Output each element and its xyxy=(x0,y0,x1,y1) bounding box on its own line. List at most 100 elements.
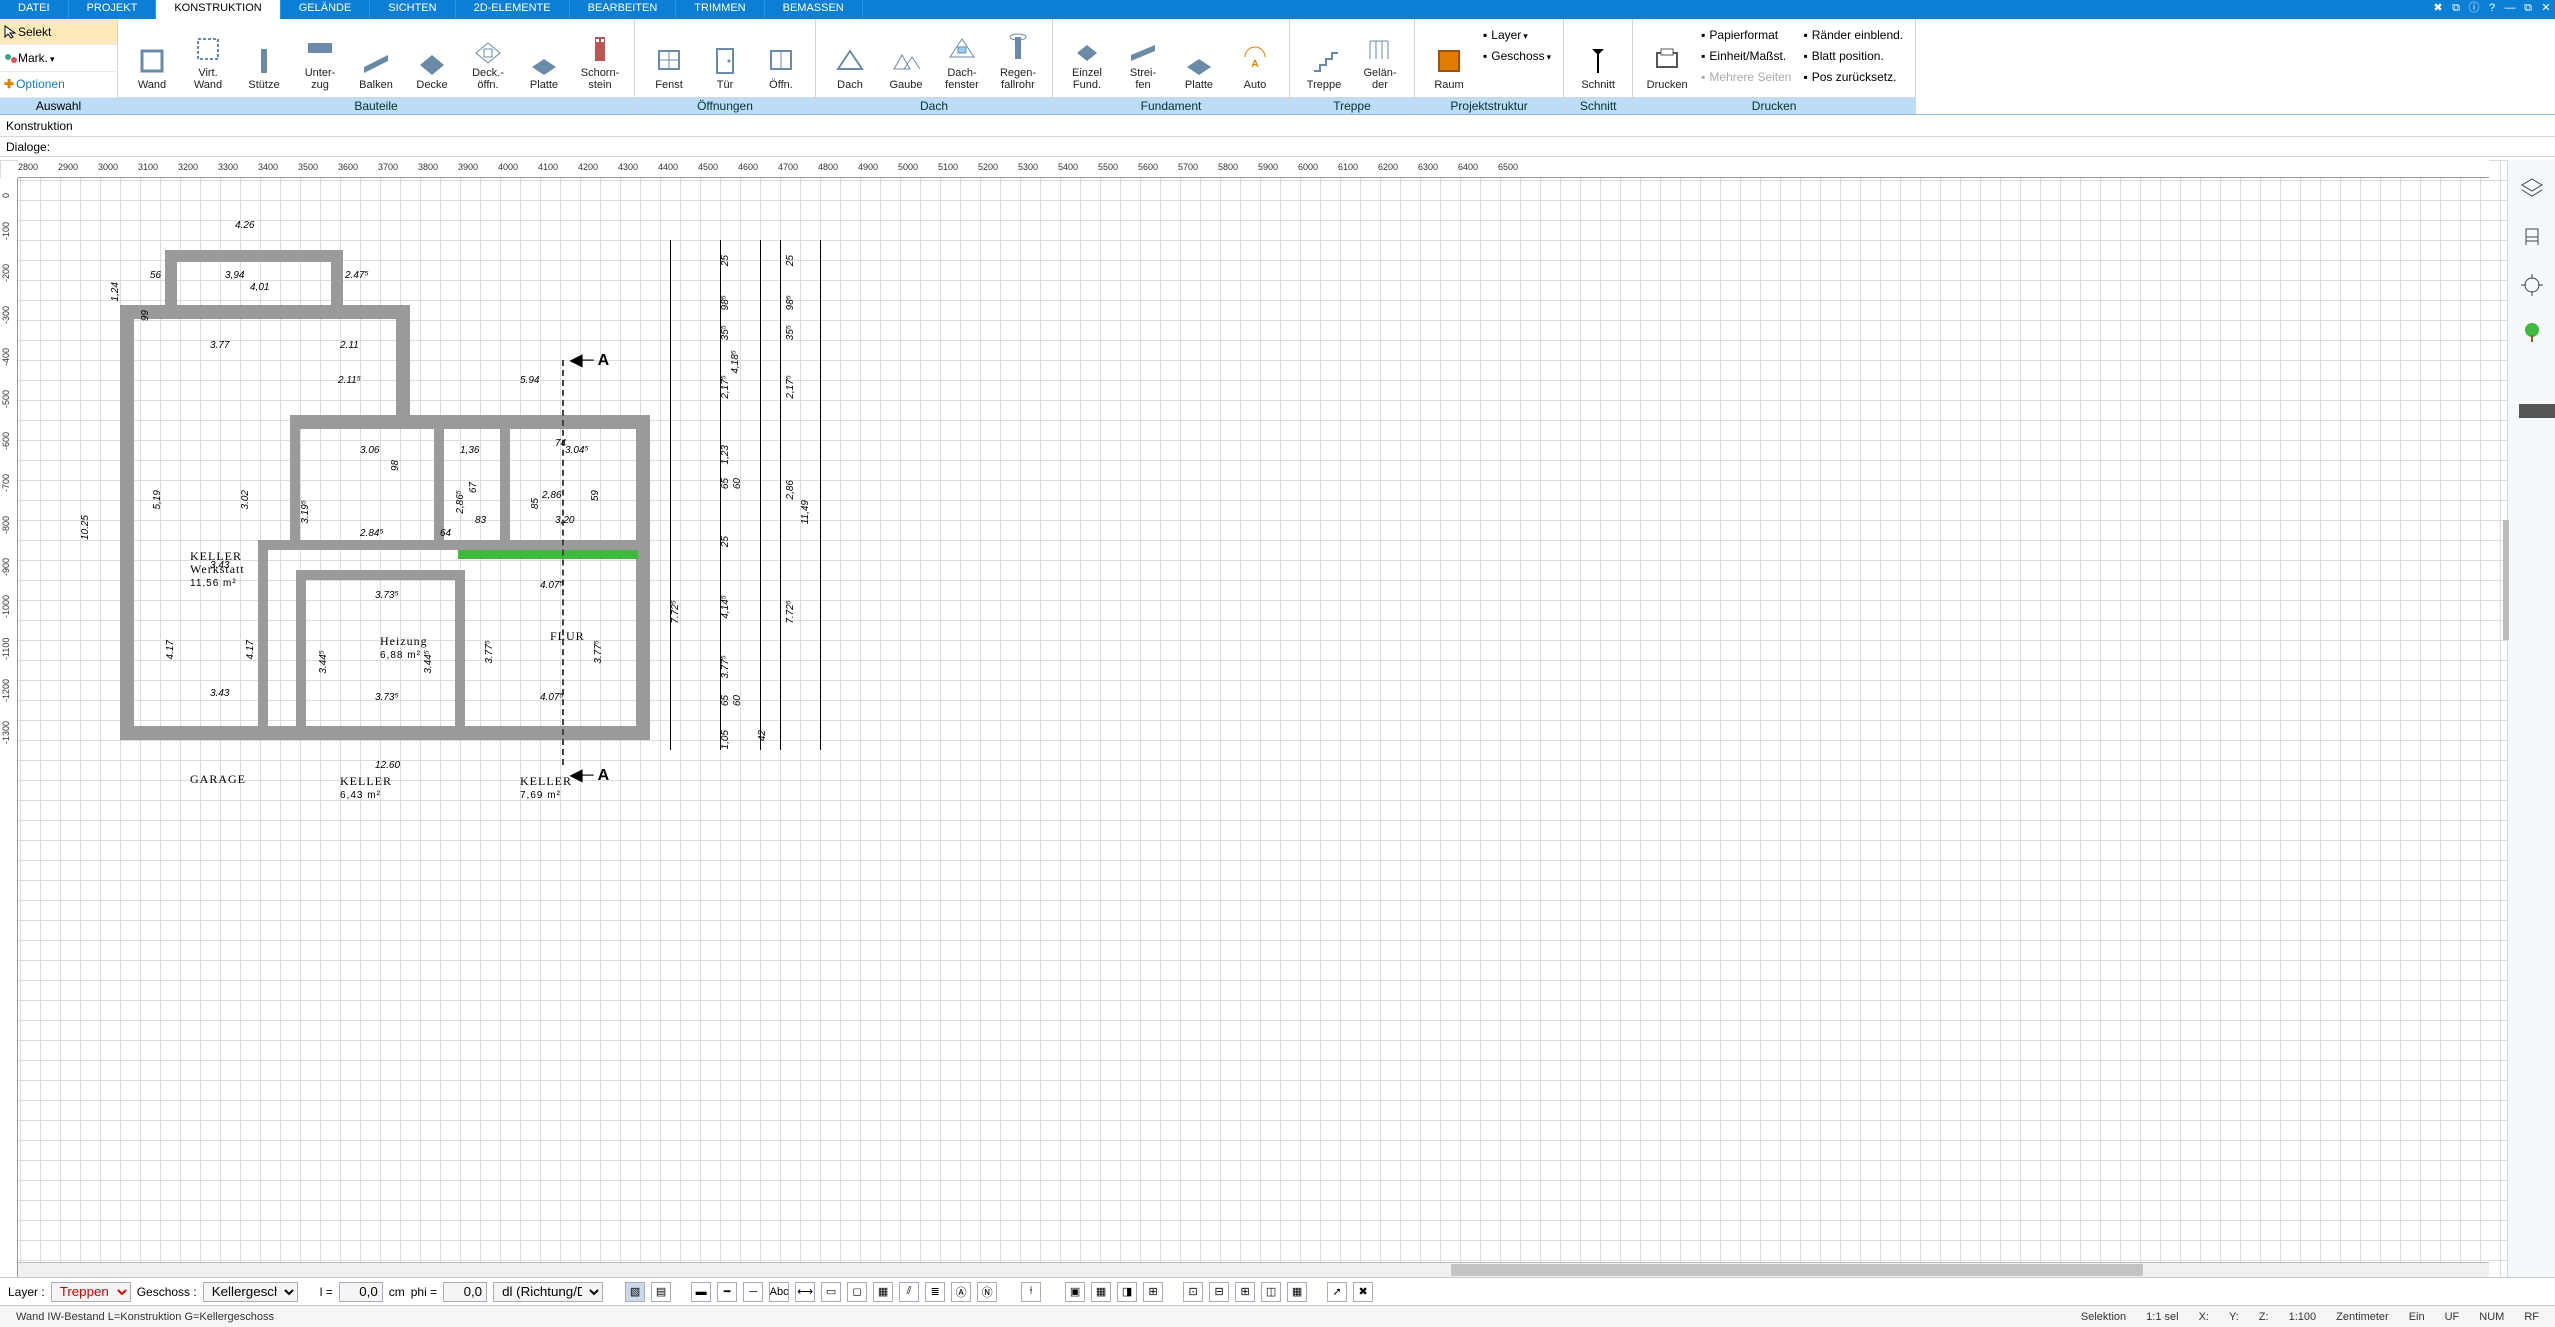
dim-icon[interactable]: ⟷ xyxy=(795,1282,815,1302)
v-scroll-indicator[interactable] xyxy=(2503,520,2509,640)
geschoss-select[interactable]: Kellergesch xyxy=(203,1282,298,1302)
dimension: 85 xyxy=(530,498,541,509)
selekt-button[interactable]: Selekt xyxy=(0,19,117,45)
copy-icon[interactable]: ⧉ xyxy=(2447,0,2465,19)
chair-icon[interactable] xyxy=(2517,222,2547,252)
ribbon-deckffn-button[interactable]: Deck.-öffn. xyxy=(460,23,516,91)
rect2-icon[interactable]: ◻ xyxy=(847,1282,867,1302)
grid-icon[interactable]: ▦ xyxy=(1287,1282,1307,1302)
group-label: Bauteile xyxy=(118,97,634,114)
ribbon-tr-button[interactable]: Tür xyxy=(697,23,753,91)
lw-med-icon[interactable]: ━ xyxy=(717,1282,737,1302)
minimize-icon[interactable]: — xyxy=(2501,0,2519,19)
close-icon[interactable]: ✕ xyxy=(2537,0,2555,19)
tab-datei[interactable]: DATEI xyxy=(0,0,69,19)
house-icon[interactable]: ▪Geschoss xyxy=(1483,46,1551,66)
restore-icon[interactable]: ⧉ xyxy=(2519,0,2537,19)
zoom1-icon[interactable]: ⊡ xyxy=(1183,1282,1203,1302)
phi-input[interactable] xyxy=(443,1282,487,1302)
parallel-icon[interactable]: ⫽ xyxy=(899,1282,919,1302)
info-icon[interactable]: ⓘ xyxy=(2465,0,2483,19)
target-icon[interactable] xyxy=(2517,270,2547,300)
tree-icon[interactable] xyxy=(2517,318,2547,348)
sheetpos-icon[interactable]: ▪Blatt position. xyxy=(1803,46,1903,66)
context-tab[interactable]: Konstruktion xyxy=(0,115,2555,137)
hatch-icon[interactable]: ▦ xyxy=(873,1282,893,1302)
lw-thick-icon[interactable]: ▬ xyxy=(691,1282,711,1302)
n-icon[interactable]: Ⓝ xyxy=(977,1282,997,1302)
tab-bemassen[interactable]: BEMASSEN xyxy=(765,0,863,19)
ribbon-dach-button[interactable]: Dach xyxy=(822,23,878,91)
h-scrollbar[interactable] xyxy=(18,1262,2489,1277)
tab-bearbeiten[interactable]: BEARBEITEN xyxy=(570,0,677,19)
ribbon-decke-button[interactable]: Decke xyxy=(404,23,460,91)
zoom2-icon[interactable]: ⊟ xyxy=(1209,1282,1229,1302)
a-icon[interactable]: Ⓐ xyxy=(951,1282,971,1302)
ruler-horizontal[interactable]: 2800290030003100320033003400350036003700… xyxy=(18,160,2489,178)
ruler-icon[interactable]: ▪Einheit/Maßst. xyxy=(1701,46,1791,66)
tab-projekt[interactable]: PROJEKT xyxy=(69,0,157,19)
view4-icon[interactable]: ⊞ xyxy=(1143,1282,1163,1302)
tab-gelaende[interactable]: GELÄNDE xyxy=(281,0,371,19)
dimension: 3.77 xyxy=(210,340,229,351)
ribbon-virtwand-button[interactable]: Virt.Wand xyxy=(180,23,236,91)
tab-2d[interactable]: 2D-ELEMENTE xyxy=(456,0,570,19)
cursor-icon[interactable]: ⍿ xyxy=(1021,1282,1041,1302)
lw-thin-icon[interactable]: ─ xyxy=(743,1282,763,1302)
snap-2-icon[interactable]: ▤ xyxy=(651,1282,671,1302)
drawing-viewport[interactable]: 2800290030003100320033003400350036003700… xyxy=(0,160,2507,1277)
zoom3-icon[interactable]: ⊞ xyxy=(1235,1282,1255,1302)
status-scale: 1:100 xyxy=(2279,1311,2327,1323)
snap-1-icon[interactable]: ▧ xyxy=(625,1282,645,1302)
ribbon-gelnder-button[interactable]: Gelän-der xyxy=(1352,23,1408,91)
arrow-icon[interactable]: ➚ xyxy=(1327,1282,1347,1302)
ribbon-wand-button[interactable]: Wand xyxy=(124,23,180,91)
ribbon-gaube-button[interactable]: Gaube xyxy=(878,23,934,91)
view3-icon[interactable]: ◨ xyxy=(1117,1282,1137,1302)
rect-icon[interactable]: ▭ xyxy=(821,1282,841,1302)
grid-icon[interactable]: ▪Mehrere Seiten xyxy=(1701,67,1791,87)
ribbon-schornstein-button[interactable]: Schorn-stein xyxy=(572,23,628,91)
view1-icon[interactable]: ▣ xyxy=(1065,1282,1085,1302)
view-slider[interactable] xyxy=(2519,404,2555,418)
help-icon[interactable]: ? xyxy=(2483,0,2501,19)
tools-icon[interactable]: ✖ xyxy=(2429,0,2447,19)
tab-konstruktion[interactable]: KONSTRUKTION xyxy=(156,0,280,19)
ribbon-fenst-button[interactable]: Fenst xyxy=(641,23,697,91)
ribbon-platte-button[interactable]: Platte xyxy=(1171,23,1227,91)
ruler-vertical[interactable]: 0-100-200-300-400-500-600-700-800-900-10… xyxy=(0,178,18,1277)
layer-label: Layer : xyxy=(8,1285,45,1299)
close-view-icon[interactable]: ✖ xyxy=(1353,1282,1373,1302)
tab-trimmen[interactable]: TRIMMEN xyxy=(676,0,764,19)
view2-icon[interactable]: ▦ xyxy=(1091,1282,1111,1302)
ribbon-einzelfund-button[interactable]: EinzelFund. xyxy=(1059,23,1115,91)
ribbon-auto-button[interactable]: AAuto xyxy=(1227,23,1283,91)
mark-dropdown[interactable]: Mark. xyxy=(0,45,117,71)
l-input[interactable] xyxy=(339,1282,383,1302)
tab-sichten[interactable]: SICHTEN xyxy=(370,0,455,19)
stack-icon[interactable]: ≣ xyxy=(925,1282,945,1302)
ribbon-ffn-button[interactable]: Öffn. xyxy=(753,23,809,91)
ribbon-dachfenster-button[interactable]: Dach-fenster xyxy=(934,23,990,91)
layer-select[interactable]: Treppen xyxy=(51,1282,131,1302)
reset-icon[interactable]: ▪Pos zurücksetz. xyxy=(1803,67,1903,87)
mode-select[interactable]: dl (Richtung/Di xyxy=(493,1282,603,1302)
ribbon-raum-button[interactable]: Raum xyxy=(1421,23,1477,91)
ribbon-schnitt-button[interactable]: Schnitt xyxy=(1570,23,1626,91)
ribbon-drucken-button[interactable]: Drucken xyxy=(1639,23,1695,91)
ribbon-treppe-button[interactable]: Treppe xyxy=(1296,23,1352,91)
layers-icon[interactable]: ▪Layer xyxy=(1483,25,1551,45)
optionen-button[interactable]: ✚ Optionen xyxy=(0,72,117,98)
text-icon[interactable]: Abc xyxy=(769,1282,789,1302)
ribbon-balken-button[interactable]: Balken xyxy=(348,23,404,91)
page-icon[interactable]: ▪Papierformat xyxy=(1701,25,1791,45)
margins-icon[interactable]: ▪Ränder einblend. xyxy=(1803,25,1903,45)
ribbon-platte-button[interactable]: Platte xyxy=(516,23,572,91)
layers-icon[interactable] xyxy=(2517,174,2547,204)
ribbon-sttze-button[interactable]: Stütze xyxy=(236,23,292,91)
ribbon-unterzug-button[interactable]: Unter-zug xyxy=(292,23,348,91)
ribbon-streifen-button[interactable]: Strei-fen xyxy=(1115,23,1171,91)
ribbon-regenfallrohr-button[interactable]: Regen-fallrohr xyxy=(990,23,1046,91)
zoom4-icon[interactable]: ◫ xyxy=(1261,1282,1281,1302)
selected-wall[interactable] xyxy=(458,550,638,559)
